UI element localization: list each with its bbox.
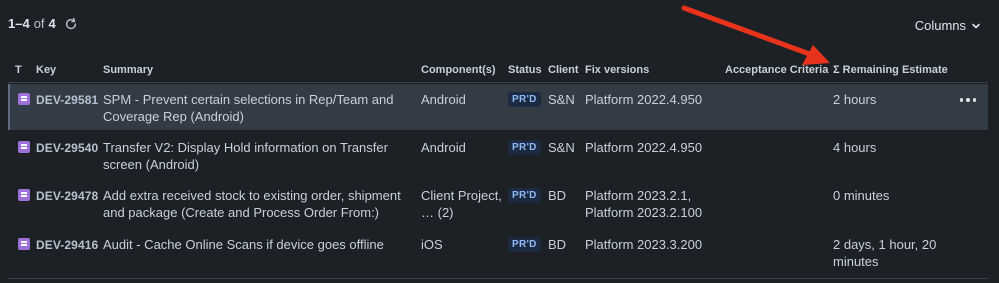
column-header-status[interactable]: Status <box>508 64 542 76</box>
issue-component: Android <box>421 92 466 107</box>
story-icon <box>18 189 30 201</box>
issue-summary-line2[interactable]: and package (Create and Process Order Fr… <box>103 204 379 221</box>
refresh-icon[interactable] <box>64 17 78 31</box>
issue-client: BD <box>548 188 567 203</box>
issue-fix-version: Platform 2022.4.950 <box>585 92 703 107</box>
issue-summary-line2[interactable]: Coverage Rep (Android) <box>103 108 244 125</box>
issue-fix-version: Platform 2022.4.950 <box>585 140 703 155</box>
issue-fix-version: Platform 2023.2.1, <box>585 188 692 203</box>
column-header-key[interactable]: Key <box>36 64 56 76</box>
status-badge[interactable]: PR'D <box>508 140 541 155</box>
table-bottom-divider <box>8 278 988 279</box>
issue-client: S&N <box>548 140 575 155</box>
issue-client: S&N <box>548 92 575 107</box>
status-badge[interactable]: PR'D <box>508 188 541 203</box>
issue-remaining-estimate-line2: minutes <box>833 254 879 269</box>
story-icon <box>18 141 30 153</box>
column-header-client[interactable]: Client <box>548 64 579 76</box>
more-actions-icon[interactable] <box>960 98 976 102</box>
story-icon <box>18 238 30 250</box>
issue-client: BD <box>548 237 567 252</box>
results-toolbar: 1–4 of 4 Columns <box>0 0 999 50</box>
column-header-type[interactable]: T <box>15 64 22 76</box>
column-header-remaining-estimate[interactable]: Σ Remaining Estimate <box>833 64 948 76</box>
issue-key[interactable]: DEV-29416 <box>36 237 98 254</box>
table-header: T Key Summary Component(s) Status Client… <box>8 58 988 83</box>
column-header-components[interactable]: Component(s) <box>421 64 496 76</box>
issue-summary-line2[interactable]: screen (Android) <box>103 156 199 173</box>
issue-key[interactable]: DEV-29478 <box>36 188 98 205</box>
issue-fix-version: Platform 2023.3.200 <box>585 237 703 252</box>
issue-remaining-estimate: 0 minutes <box>833 188 890 203</box>
issue-summary-line1[interactable]: Audit - Cache Online Scans if device goe… <box>103 236 384 253</box>
issue-component: Android <box>421 140 466 155</box>
issue-remaining-estimate: 2 days, 1 hour, 20 <box>833 237 937 252</box>
issue-component: iOS <box>421 237 443 252</box>
table-row[interactable]: DEV-29416 Audit - Cache Online Scans if … <box>8 229 988 275</box>
issue-fix-version-2: Platform 2023.2.100 <box>585 205 703 220</box>
results-count: 1–4 of 4 <box>8 16 78 31</box>
issue-component-more[interactable]: … (2) <box>421 204 454 221</box>
issue-summary-line1[interactable]: SPM - Prevent certain selections in Rep/… <box>103 91 393 108</box>
table-row[interactable]: DEV-29478 Add extra received stock to ex… <box>8 180 988 226</box>
columns-label: Columns <box>914 18 966 33</box>
chevron-down-icon <box>972 23 980 28</box>
issue-key[interactable]: DEV-29540 <box>36 140 98 157</box>
story-icon <box>18 93 30 105</box>
column-header-fix-versions[interactable]: Fix versions <box>585 64 649 76</box>
columns-button[interactable]: Columns <box>915 18 981 33</box>
count-of: of <box>33 16 45 31</box>
issue-summary-line1[interactable]: Transfer V2: Display Hold information on… <box>103 139 388 156</box>
table-row[interactable]: DEV-29581 SPM - Prevent certain selectio… <box>8 84 988 130</box>
issue-summary-line1[interactable]: Add extra received stock to existing ord… <box>103 187 401 204</box>
column-header-summary[interactable]: Summary <box>103 64 153 76</box>
issue-component: Client Project, <box>421 188 502 203</box>
count-range: 1–4 <box>8 16 30 31</box>
count-total: 4 <box>48 16 56 31</box>
column-header-acceptance-criteria[interactable]: Acceptance Criteria <box>725 64 828 76</box>
status-badge[interactable]: PR'D <box>508 237 541 252</box>
issue-remaining-estimate: 4 hours <box>833 140 877 155</box>
table-row[interactable]: DEV-29540 Transfer V2: Display Hold info… <box>8 132 988 178</box>
issue-remaining-estimate: 2 hours <box>833 92 877 107</box>
status-badge[interactable]: PR'D <box>508 92 541 107</box>
issue-key[interactable]: DEV-29581 <box>36 92 98 109</box>
